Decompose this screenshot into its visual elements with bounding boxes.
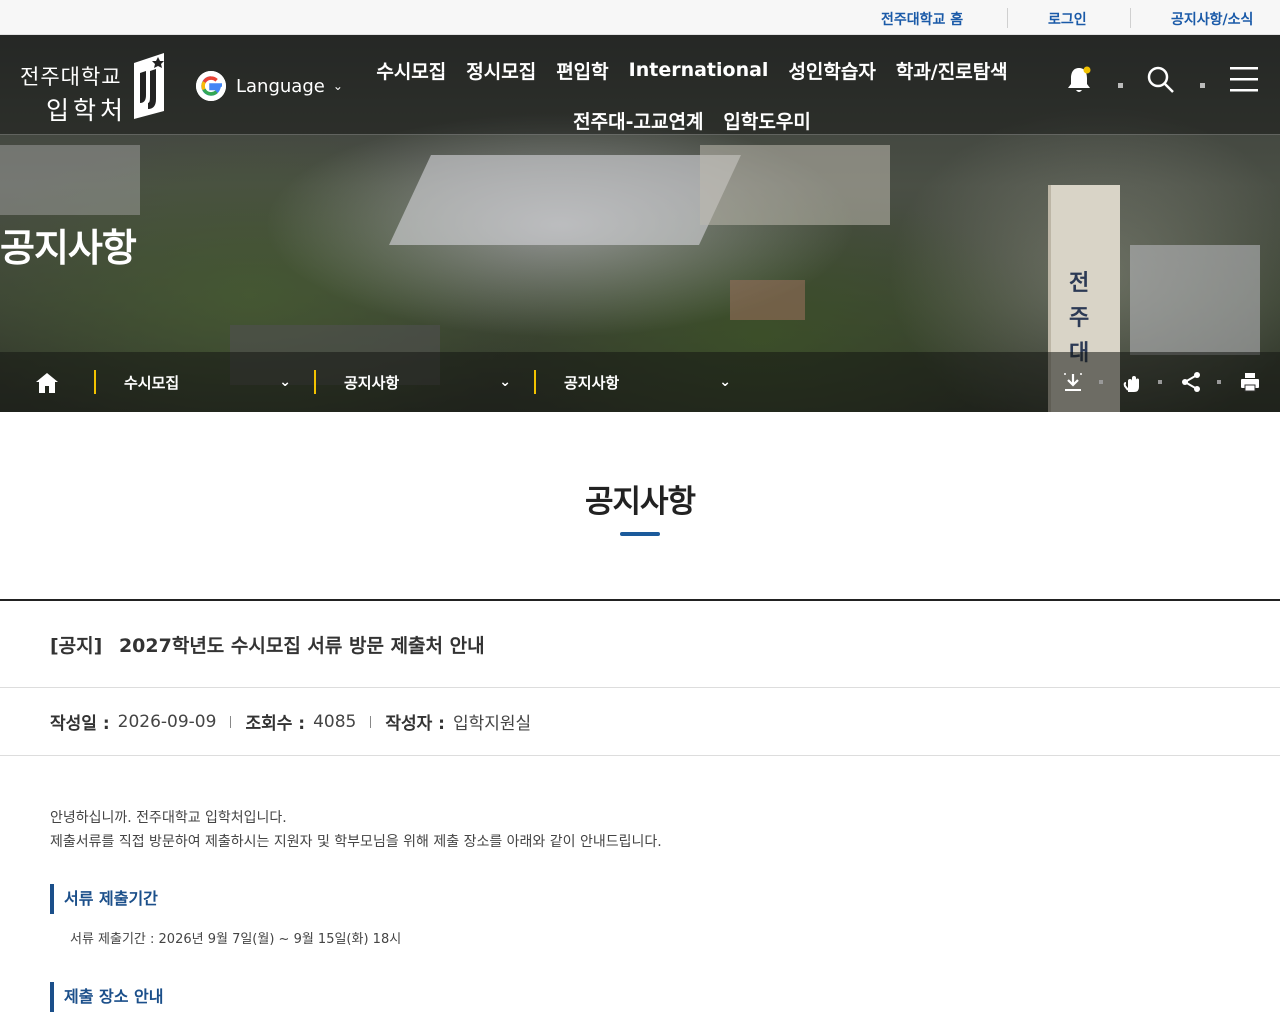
- utility-bar: 전주대학교 홈 로그인 공지사항/소식: [0, 0, 1280, 35]
- divider: [1130, 8, 1131, 28]
- post-views: 4085: [313, 711, 357, 732]
- chevron-down-icon: ⌄: [279, 374, 291, 390]
- nav-item-admission-helper[interactable]: 입학도우미: [723, 107, 810, 134]
- nav-item-adult-learner[interactable]: 성인학습자: [788, 57, 875, 84]
- post-meta: 작성일 : 2026-09-09 조회수 : 4085 작성자 : 입학지원실: [0, 688, 1280, 756]
- post-category: [공지]: [50, 635, 103, 657]
- chevron-down-icon: ⌄: [719, 374, 731, 390]
- home-icon[interactable]: [35, 372, 59, 394]
- post-author: 입학지원실: [452, 714, 532, 734]
- section-text-period: 서류 제출기간 : 2026년 9월 7일(월) ~ 9월 15일(화) 18시: [70, 932, 402, 947]
- post-date: 2026-09-09: [117, 711, 217, 732]
- post-title-text: 2027학년도 수시모집 서류 방문 제출처 안내: [118, 635, 485, 657]
- touch-icon[interactable]: [1120, 370, 1144, 394]
- nav-item-department-search[interactable]: 학과/진로탐색: [896, 57, 1008, 84]
- login-link[interactable]: 로그인: [1048, 9, 1087, 29]
- bell-icon[interactable]: [1066, 65, 1092, 95]
- home-link[interactable]: 전주대학교 홈: [881, 9, 963, 29]
- section-heading-period: 서류 제출기간: [50, 884, 1230, 914]
- intro-line-1: 안녕하십니까. 전주대학교 입학처입니다.: [50, 810, 287, 826]
- menu-icon[interactable]: [1230, 67, 1258, 93]
- chevron-down-icon: ⌄: [332, 79, 343, 93]
- main-nav: 수시모집 정시모집 편입학 International 성인학습자 학과/진로탐…: [376, 45, 1007, 145]
- breadcrumb-item-1[interactable]: 수시모집 ⌄: [94, 352, 291, 412]
- site-header: 전주대학교 입학처 Language ⌄ 수시모집 정시모집 편입학 Inter…: [0, 35, 1280, 135]
- breadcrumb-item-3[interactable]: 공지사항 ⌄: [534, 352, 731, 412]
- google-icon: [196, 71, 226, 101]
- breadcrumb-item-2[interactable]: 공지사항 ⌄: [314, 352, 511, 412]
- divider: [1007, 8, 1008, 28]
- breadcrumb: 수시모집 ⌄ 공지사항 ⌄ 공지사항 ⌄: [0, 352, 1280, 412]
- title-underline: [620, 532, 660, 536]
- print-icon[interactable]: [1238, 370, 1262, 394]
- language-selector[interactable]: Language ⌄: [196, 71, 343, 101]
- site-logo[interactable]: 전주대학교 입학처: [20, 61, 127, 127]
- share-icon[interactable]: [1179, 370, 1203, 394]
- page-title-area: 공지사항: [0, 412, 1280, 601]
- page-title: 공지사항: [584, 484, 696, 520]
- post-title: [공지] 2027학년도 수시모집 서류 방문 제출처 안내: [0, 601, 1280, 688]
- notice-news-link[interactable]: 공지사항/소식: [1171, 9, 1253, 29]
- language-label: Language: [236, 75, 325, 97]
- nav-item-international[interactable]: International: [629, 59, 769, 81]
- nav-item-highschool-link[interactable]: 전주대-고교연계: [573, 107, 703, 134]
- intro-line-2: 제출서류를 직접 방문하여 제출하시는 지원자 및 학부모님을 위해 제출 장소…: [50, 834, 662, 850]
- search-icon[interactable]: [1146, 65, 1176, 95]
- post-body: 안녕하십니까. 전주대학교 입학처입니다. 제출서류를 직접 방문하여 제출하시…: [0, 756, 1280, 1024]
- header-icons: [1060, 65, 1280, 105]
- hero-banner: 전주대 전주대학교 입학처 Language ⌄: [0, 35, 1280, 412]
- nav-item-susi[interactable]: 수시모집: [376, 57, 446, 84]
- university-logo-mark: [134, 53, 164, 119]
- nav-item-jeongsi[interactable]: 정시모집: [466, 57, 536, 84]
- nav-item-transfer[interactable]: 편입학: [556, 57, 608, 84]
- chevron-down-icon: ⌄: [499, 374, 511, 390]
- hero-title: 공지사항: [0, 226, 137, 270]
- download-icon[interactable]: [1061, 370, 1085, 394]
- section-heading-location: 제출 장소 안내: [50, 982, 1230, 1012]
